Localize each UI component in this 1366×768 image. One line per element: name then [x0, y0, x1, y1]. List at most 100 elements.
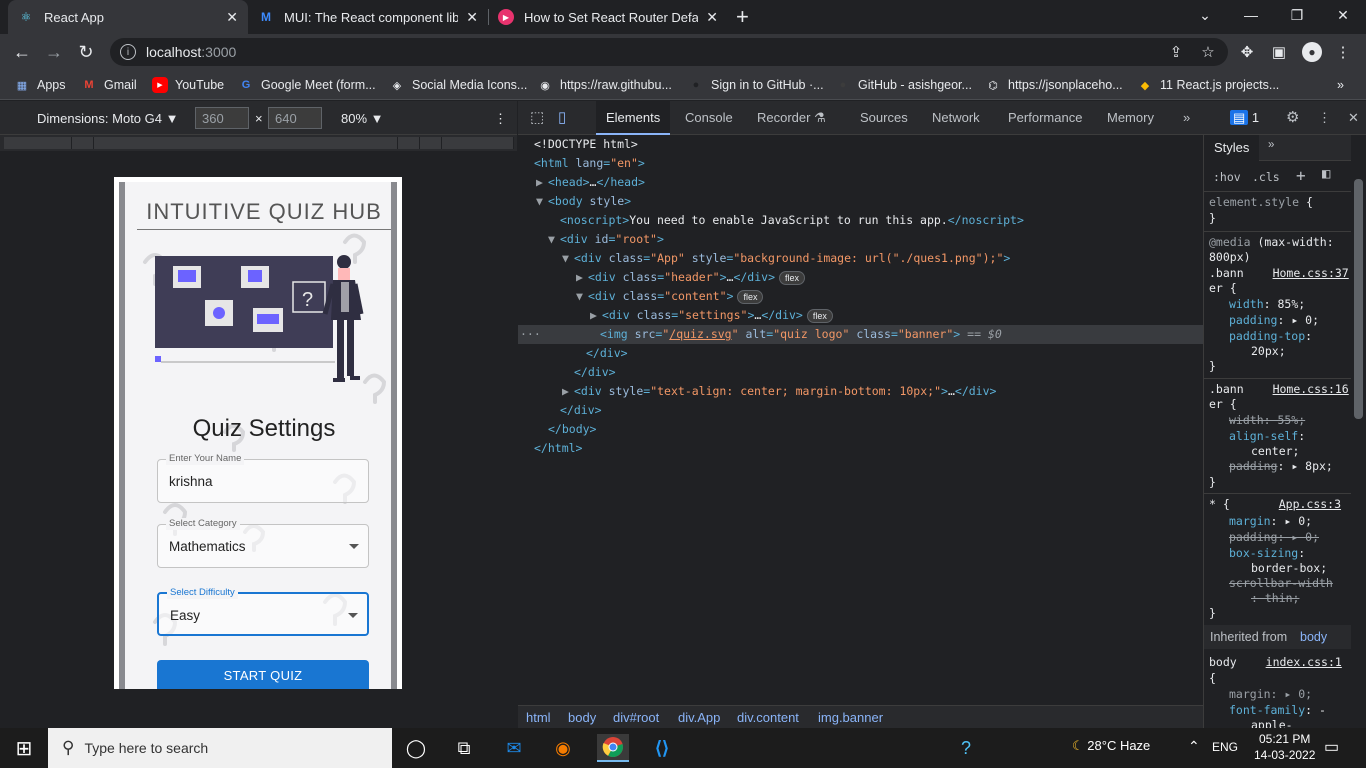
close-tab-icon[interactable]: ✕	[226, 9, 238, 26]
task-view-icon[interactable]: ⧉	[448, 734, 480, 762]
chrome-icon[interactable]	[597, 734, 629, 762]
style-prop-width[interactable]: width: 85%;	[1229, 297, 1305, 312]
expand-arrow-icon[interactable]: ▶	[536, 173, 548, 192]
index-css-link[interactable]: index.css:1	[1266, 655, 1342, 669]
more-options-icon[interactable]: ⋮	[494, 111, 507, 127]
windows-start-icon[interactable]: ⊞	[8, 734, 40, 762]
side-panel-icon[interactable]: ▣	[1269, 42, 1289, 62]
dom-content-close[interactable]: </div>	[586, 344, 628, 363]
add-rule-icon[interactable]: +	[1296, 166, 1306, 185]
site-info-icon[interactable]: i	[120, 44, 136, 60]
new-tab-button[interactable]: +	[736, 4, 749, 30]
dom-body-close[interactable]: </body>	[548, 420, 596, 439]
tab-network[interactable]: Network	[922, 101, 990, 135]
tab-sources[interactable]: Sources	[850, 101, 918, 135]
style-prop-box-sizing[interactable]: box-sizing:	[1229, 546, 1305, 561]
start-quiz-button[interactable]: START QUIZ	[157, 660, 369, 689]
tab-react-app[interactable]: ⚛ React App ✕	[8, 0, 248, 34]
category-select[interactable]: Select Category Mathematics	[157, 518, 369, 568]
ruler-segment[interactable]	[4, 137, 72, 149]
tab-performance[interactable]: Performance	[998, 101, 1092, 135]
bookmark-google-meet[interactable]: G Google Meet (form...	[238, 76, 376, 94]
dom-img-banner-selected[interactable]: ··· <img src="/quiz.svg" alt="quiz logo" …	[518, 325, 1203, 344]
toggle-sidebar-icon[interactable]: ◧	[1322, 166, 1330, 182]
taskbar-search[interactable]: ⚲ Type here to search	[48, 728, 392, 768]
style-prop-padding-overridden[interactable]: padding: ▸ 8px;	[1229, 459, 1333, 474]
notifications-icon[interactable]: ▭	[1324, 737, 1339, 757]
menu-kebab-icon[interactable]: ⋮	[1333, 42, 1353, 62]
zoom-select[interactable]: 80% ▼	[341, 111, 384, 126]
collapse-arrow-icon[interactable]: ▼	[562, 249, 574, 268]
show-hidden-icons[interactable]: ⌃	[1188, 738, 1200, 755]
close-tab-icon[interactable]: ✕	[706, 9, 718, 26]
dom-noscript[interactable]: <noscript>You need to enable JavaScript …	[560, 211, 1024, 230]
crumb-content[interactable]: div.content	[737, 710, 799, 725]
issues-badge[interactable]: ▤ 1	[1220, 101, 1269, 135]
bookmark-youtube[interactable]: ▶ YouTube	[152, 76, 224, 94]
style-prop-padding-top[interactable]: padding-top:	[1229, 329, 1312, 344]
dom-inline-div[interactable]: ▶ <div style="text-align: center; margin-…	[562, 382, 996, 401]
bookmark-raw-github[interactable]: ◉ https://raw.githubu...	[537, 76, 672, 94]
media-player-icon[interactable]: ◉	[547, 734, 579, 762]
crumb-root[interactable]: div#root	[613, 710, 659, 725]
style-prop-padding-overridden2[interactable]: padding: ▸ 0;	[1229, 530, 1319, 545]
device-toggle-icon[interactable]: ▯	[548, 101, 576, 135]
img-src-link[interactable]: /quiz.svg	[669, 327, 731, 341]
tab-recorder[interactable]: Recorder ⚗	[747, 101, 836, 135]
ruler-segment[interactable]	[442, 137, 514, 149]
dom-doctype[interactable]: <!DOCTYPE html>	[534, 135, 638, 154]
more-panes-icon[interactable]: »	[1268, 139, 1274, 151]
style-prop-margin-inherited[interactable]: margin: ▸ 0;	[1229, 687, 1312, 702]
hov-toggle[interactable]: :hov	[1213, 170, 1241, 184]
ruler-segment[interactable]	[398, 137, 420, 149]
cls-toggle[interactable]: .cls	[1252, 170, 1280, 184]
style-selector-universal[interactable]: * { App.css:3	[1209, 497, 1341, 512]
more-tabs-icon[interactable]: »	[1173, 101, 1200, 135]
expand-arrow-icon[interactable]: ▶	[590, 306, 602, 325]
tab-memory[interactable]: Memory	[1097, 101, 1164, 135]
cortana-icon[interactable]: ◯	[400, 734, 432, 762]
viewport-width-input[interactable]: 360	[195, 107, 249, 129]
bookmark-github-asish[interactable]: ● GitHub - asishgeor...	[835, 76, 972, 94]
settings-gear-icon[interactable]: ⚙	[1276, 101, 1309, 135]
difficulty-select[interactable]: Select Difficulty Easy	[157, 587, 369, 636]
app-css-link[interactable]: App.css:3	[1279, 497, 1341, 511]
flex-badge[interactable]: flex	[806, 309, 833, 323]
bookmark-github-signin[interactable]: ● Sign in to GitHub ·...	[688, 76, 824, 94]
bookmark-social-media[interactable]: ◈ Social Media Icons...	[389, 76, 528, 94]
dom-app-close[interactable]: </div>	[574, 363, 616, 382]
flex-badge[interactable]: flex	[779, 271, 806, 285]
dom-app[interactable]: ▼ <div class="App" style="background-imag…	[562, 249, 1010, 268]
viewport-height-input[interactable]: 640	[268, 107, 322, 129]
address-bar[interactable]: i localhost:3000	[110, 38, 1228, 66]
style-selector-banner[interactable]: .bann Home.css:37	[1209, 266, 1349, 281]
tab-styles[interactable]: Styles	[1204, 135, 1260, 161]
style-prop-font-family[interactable]: font-family: -	[1229, 703, 1326, 718]
dom-root[interactable]: ▼ <div id="root">	[548, 230, 664, 249]
expand-arrow-icon[interactable]: ▶	[576, 268, 588, 287]
tab-mui[interactable]: M MUI: The React component librar ✕	[248, 0, 488, 34]
style-prop-align-self[interactable]: align-self:	[1229, 429, 1305, 444]
dom-html-close[interactable]: </html>	[534, 439, 582, 458]
bookmark-jsonplaceholder[interactable]: ⌬ https://jsonplaceho...	[985, 76, 1122, 94]
collapse-arrow-icon[interactable]: ▼	[536, 192, 548, 211]
style-element-style[interactable]: element.style {	[1209, 195, 1313, 210]
star-icon[interactable]: ☆	[1198, 42, 1218, 62]
restore-button[interactable]: ❐	[1274, 0, 1320, 30]
scrollbar-thumb[interactable]	[1354, 179, 1363, 419]
extensions-icon[interactable]: ✥	[1237, 42, 1257, 62]
bookmark-react-projects[interactable]: ◆ 11 React.js projects...	[1137, 76, 1280, 94]
dom-header[interactable]: ▶ <div class="header">…</div> flex	[576, 268, 806, 287]
tab-elements[interactable]: Elements	[596, 101, 671, 135]
close-window-button[interactable]: ✕	[1320, 0, 1366, 30]
share-icon[interactable]: ⇪	[1166, 42, 1186, 62]
tab-console[interactable]: Console	[675, 101, 743, 135]
device-dimensions-select[interactable]: Dimensions: Moto G4 ▼	[37, 111, 179, 126]
tab-search-chevron-icon[interactable]: ⌄	[1182, 0, 1228, 30]
mail-icon[interactable]: ✉	[498, 734, 530, 762]
style-prop-width-overridden[interactable]: width: 55%;	[1229, 413, 1305, 428]
close-tab-icon[interactable]: ✕	[466, 9, 478, 26]
inherited-from-link[interactable]: body	[1300, 630, 1327, 644]
ruler-segment[interactable]	[420, 137, 442, 149]
media-query-ruler[interactable]	[0, 135, 517, 151]
